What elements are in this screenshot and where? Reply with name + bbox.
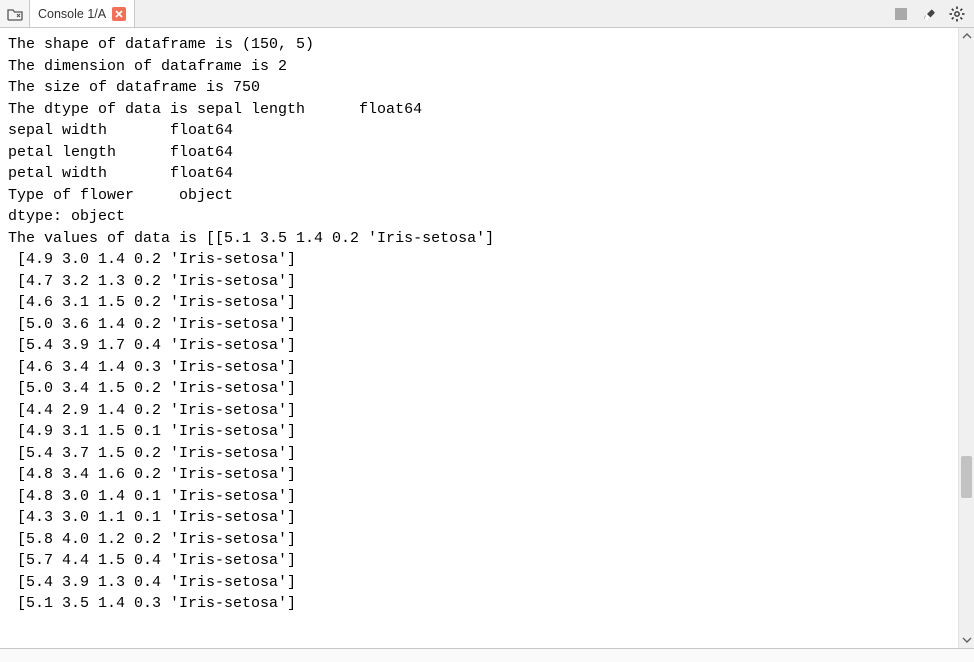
- stop-icon: [894, 7, 908, 21]
- status-strip: [0, 648, 974, 662]
- gear-icon: [949, 6, 965, 22]
- scrollbar-thumb[interactable]: [961, 456, 972, 498]
- scroll-up-button[interactable]: [959, 28, 974, 44]
- tab-label: Console 1/A: [38, 7, 106, 21]
- eraser-icon: [921, 7, 937, 21]
- folder-icon: [7, 7, 23, 21]
- tab-console-1a[interactable]: Console 1/A: [30, 0, 135, 27]
- options-button[interactable]: [948, 5, 966, 23]
- close-icon: [115, 10, 123, 18]
- tabbar-actions: [892, 0, 974, 27]
- chevron-down-icon: [962, 636, 972, 644]
- scroll-down-button[interactable]: [959, 632, 974, 648]
- browse-dir-button[interactable]: [0, 0, 30, 27]
- console-area: The shape of dataframe is (150, 5) The d…: [0, 28, 974, 648]
- tab-bar: Console 1/A: [0, 0, 974, 28]
- vertical-scrollbar[interactable]: [958, 28, 974, 648]
- clear-button[interactable]: [920, 5, 938, 23]
- tab-close-button[interactable]: [112, 7, 126, 21]
- stop-button[interactable]: [892, 5, 910, 23]
- console-output[interactable]: The shape of dataframe is (150, 5) The d…: [0, 28, 958, 648]
- chevron-up-icon: [962, 32, 972, 40]
